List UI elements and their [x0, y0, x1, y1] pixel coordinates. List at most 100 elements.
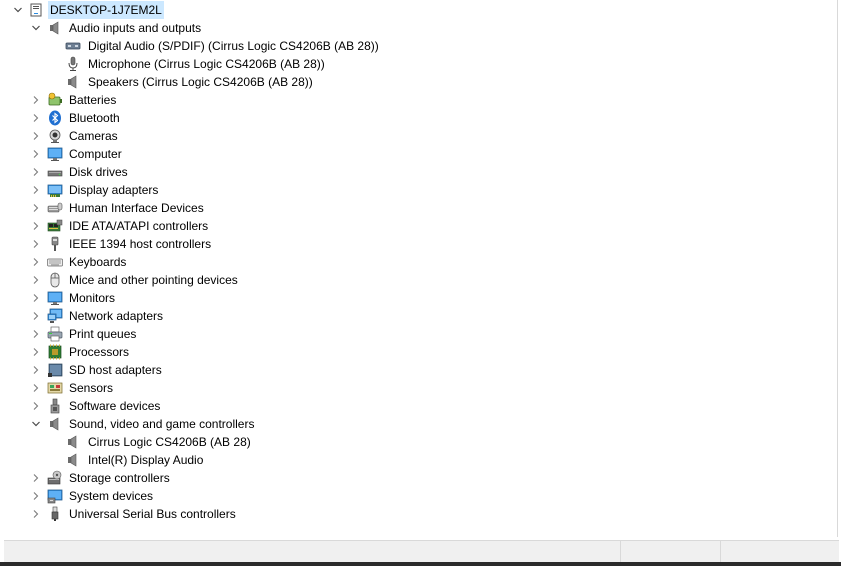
- tree-category-sd-host-adapters[interactable]: SD host adapters: [5, 361, 825, 379]
- tree-category-sensors[interactable]: Sensors: [5, 379, 825, 397]
- processor-icon: [47, 344, 63, 360]
- camera-icon: [47, 128, 63, 144]
- tree-item-label: Software devices: [69, 399, 161, 413]
- chevron-right-icon[interactable]: [31, 473, 41, 483]
- speaker-icon: [65, 434, 81, 450]
- tree-item-label: Sound, video and game controllers: [69, 417, 255, 431]
- speaker-icon: [47, 416, 63, 432]
- monitor-icon: [47, 290, 63, 306]
- tree-item-label: Speakers (Cirrus Logic CS4206B (AB 28)): [88, 75, 313, 89]
- storage-controller-icon: [47, 470, 63, 486]
- tree-category-disk-drives[interactable]: Disk drives: [5, 163, 825, 181]
- chevron-right-icon[interactable]: [31, 239, 41, 249]
- status-bar: [4, 540, 839, 563]
- mouse-icon: [47, 272, 63, 288]
- tree-item-label: IEEE 1394 host controllers: [69, 237, 212, 251]
- tree-category-ieee-1394-host-controllers[interactable]: IEEE 1394 host controllers: [5, 235, 825, 253]
- tree-category-processors[interactable]: Processors: [5, 343, 825, 361]
- software-device-icon: [47, 398, 63, 414]
- status-bar-pane: [620, 541, 721, 563]
- tree-category-ide-ata-atapi-controllers[interactable]: IDE ATA/ATAPI controllers: [5, 217, 825, 235]
- tree-category-bluetooth[interactable]: Bluetooth: [5, 109, 825, 127]
- chevron-right-icon[interactable]: [31, 329, 41, 339]
- tree-category-cameras[interactable]: Cameras: [5, 127, 825, 145]
- tree-item-label: Cameras: [69, 129, 118, 143]
- chevron-right-icon[interactable]: [31, 149, 41, 159]
- chevron-right-icon[interactable]: [31, 509, 41, 519]
- tree-item-label: Mice and other pointing devices: [69, 273, 238, 287]
- tree-device-microphone-cirrus-logic-cs4206b-ab-28[interactable]: Microphone (Cirrus Logic CS4206B (AB 28)…: [5, 55, 825, 73]
- tree-category-human-interface-devices[interactable]: Human Interface Devices: [5, 199, 825, 217]
- tree-category-audio-inputs-and-outputs[interactable]: Audio inputs and outputs: [5, 19, 825, 37]
- device-manager-window: DESKTOP-1J7EM2L Audio inputs and outputs D…: [0, 0, 841, 566]
- sensor-icon: [47, 380, 63, 396]
- bluetooth-icon: [47, 110, 63, 126]
- tree-device-cirrus-logic-cs4206b-ab-28[interactable]: Cirrus Logic CS4206B (AB 28): [5, 433, 825, 451]
- computer-icon: [28, 2, 44, 18]
- tree-category-mice-and-other-pointing-devices[interactable]: Mice and other pointing devices: [5, 271, 825, 289]
- tree-device-digital-audio-s-pdif-cirrus-logic-cs4206b-ab-28[interactable]: Digital Audio (S/PDIF) (Cirrus Logic CS4…: [5, 37, 825, 55]
- tree-item-label: Digital Audio (S/PDIF) (Cirrus Logic CS4…: [88, 39, 379, 53]
- tree-category-computer[interactable]: Computer: [5, 145, 825, 163]
- device-tree[interactable]: DESKTOP-1J7EM2L Audio inputs and outputs D…: [5, 0, 838, 537]
- chevron-right-icon[interactable]: [31, 203, 41, 213]
- chevron-right-icon[interactable]: [31, 221, 41, 231]
- chevron-right-icon[interactable]: [31, 401, 41, 411]
- tree-category-monitors[interactable]: Monitors: [5, 289, 825, 307]
- chevron-right-icon[interactable]: [31, 347, 41, 357]
- chevron-right-icon[interactable]: [31, 167, 41, 177]
- speaker-icon: [65, 452, 81, 468]
- tree-item-label: Bluetooth: [69, 111, 120, 125]
- chevron-right-icon[interactable]: [31, 275, 41, 285]
- tree-item-label: Keyboards: [69, 255, 127, 269]
- tree-item-label: IDE ATA/ATAPI controllers: [69, 219, 209, 233]
- display-adapter-icon: [47, 182, 63, 198]
- tree-category-print-queues[interactable]: Print queues: [5, 325, 825, 343]
- chevron-down-icon[interactable]: [31, 419, 41, 429]
- tree-item-label: Storage controllers: [69, 471, 170, 485]
- tree-item-label: Computer: [69, 147, 122, 161]
- taskbar-edge: [0, 562, 841, 566]
- tree-category-network-adapters[interactable]: Network adapters: [5, 307, 825, 325]
- tree-category-display-adapters[interactable]: Display adapters: [5, 181, 825, 199]
- tree-device-speakers-cirrus-logic-cs4206b-ab-28[interactable]: Speakers (Cirrus Logic CS4206B (AB 28)): [5, 73, 825, 91]
- sd-card-icon: [47, 362, 63, 378]
- tree-category-keyboards[interactable]: Keyboards: [5, 253, 825, 271]
- chevron-right-icon[interactable]: [31, 293, 41, 303]
- tree-device-intel-r-display-audio[interactable]: Intel(R) Display Audio: [5, 451, 825, 469]
- tree-category-system-devices[interactable]: System devices: [5, 487, 825, 505]
- speaker-icon: [47, 20, 63, 36]
- chevron-right-icon[interactable]: [31, 257, 41, 267]
- chevron-down-icon[interactable]: [13, 5, 23, 15]
- tree-item-label: Cirrus Logic CS4206B (AB 28): [88, 435, 251, 449]
- tree-item-label: SD host adapters: [69, 363, 162, 377]
- tree-item-label: Disk drives: [69, 165, 128, 179]
- keyboard-icon: [47, 254, 63, 270]
- usb-icon: [47, 506, 63, 522]
- tree-item-label: Monitors: [69, 291, 116, 305]
- tree-category-universal-serial-bus-controllers[interactable]: Universal Serial Bus controllers: [5, 505, 825, 523]
- chevron-right-icon[interactable]: [31, 365, 41, 375]
- tree-category-sound-video-and-game-controllers[interactable]: Sound, video and game controllers: [5, 415, 825, 433]
- tree-category-software-devices[interactable]: Software devices: [5, 397, 825, 415]
- ide-controller-icon: [47, 218, 63, 234]
- chevron-right-icon[interactable]: [31, 185, 41, 195]
- chevron-right-icon[interactable]: [31, 113, 41, 123]
- chevron-down-icon[interactable]: [31, 23, 41, 33]
- tree-item-label: Batteries: [69, 93, 117, 107]
- tree-item-label: System devices: [69, 489, 154, 503]
- chevron-right-icon[interactable]: [31, 383, 41, 393]
- tree-item-label: Human Interface Devices: [69, 201, 204, 215]
- chevron-right-icon[interactable]: [31, 311, 41, 321]
- tree-item-label: Sensors: [69, 381, 114, 395]
- chevron-right-icon[interactable]: [31, 131, 41, 141]
- digital-audio-icon: [65, 38, 81, 54]
- tree-item-label: Processors: [69, 345, 130, 359]
- chevron-right-icon[interactable]: [31, 95, 41, 105]
- tree-category-storage-controllers[interactable]: Storage controllers: [5, 469, 825, 487]
- network-adapter-icon: [47, 308, 63, 324]
- tree-root[interactable]: DESKTOP-1J7EM2L: [5, 1, 825, 19]
- system-devices-icon: [47, 488, 63, 504]
- chevron-right-icon[interactable]: [31, 491, 41, 501]
- tree-category-batteries[interactable]: Batteries: [5, 91, 825, 109]
